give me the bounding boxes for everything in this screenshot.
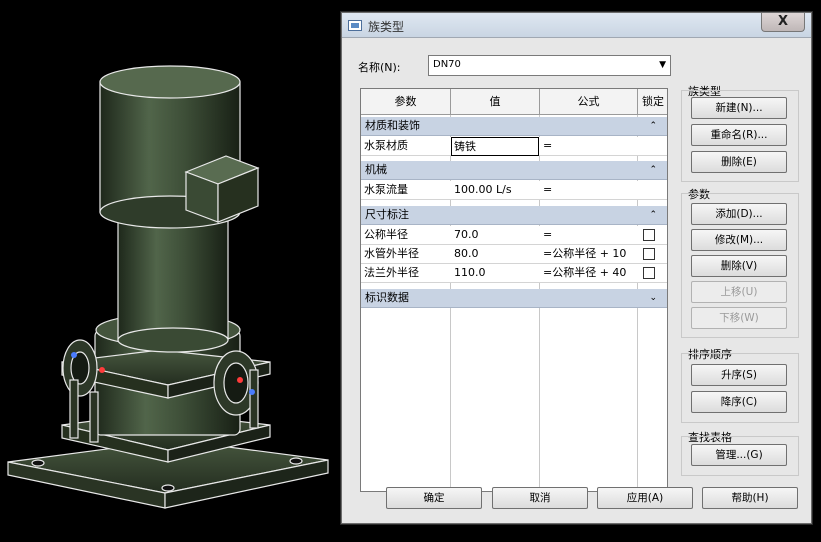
- group-identity-data[interactable]: 标识数据 ⌄: [361, 289, 667, 308]
- value-cell[interactable]: 80.0: [451, 245, 539, 263]
- value-cell[interactable]: 70.0: [451, 226, 539, 244]
- manage-lookup-button[interactable]: 管理...(G): [691, 444, 787, 466]
- param-name: 水泵流量: [364, 183, 408, 196]
- move-down-button[interactable]: 下移(W): [691, 307, 787, 329]
- formula-cell[interactable]: =: [540, 226, 637, 244]
- group-mechanical[interactable]: 机械 ⌃: [361, 161, 667, 180]
- lock-checkbox[interactable]: [643, 248, 655, 260]
- value-cell[interactable]: 100.00 L/s: [451, 181, 539, 199]
- cancel-button[interactable]: 取消: [492, 487, 588, 509]
- collapse-icon[interactable]: ⌃: [649, 206, 657, 224]
- sort-ascending-button[interactable]: 升序(S): [691, 364, 787, 386]
- modify-parameter-button[interactable]: 修改(M)...: [691, 229, 787, 251]
- parameter-grid: 参数 值 公式 锁定 材质和装饰 ⌃ 水泵材质 铸铁 = 机械 ⌃ 水泵流量 1…: [360, 88, 668, 492]
- formula-cell[interactable]: =公称半径 + 40: [540, 264, 637, 282]
- pump-model: [7, 65, 329, 509]
- value-input[interactable]: 铸铁: [451, 137, 539, 156]
- family-types-dialog: 族类型 X 名称(N): DN70 ▼ 参数 值 公式 锁定 材质和装饰 ⌃ 水…: [341, 12, 812, 524]
- lock-checkbox[interactable]: [643, 267, 655, 279]
- name-label: 名称(N):: [358, 61, 401, 74]
- name-dropdown-value: DN70: [433, 59, 461, 70]
- column-header-parameter[interactable]: 参数: [361, 89, 451, 114]
- delete-type-button[interactable]: 删除(E): [691, 151, 787, 173]
- column-header-formula[interactable]: 公式: [540, 89, 638, 114]
- param-name: 法兰外半径: [364, 266, 419, 279]
- group-label: 尺寸标注: [365, 208, 409, 221]
- apply-button[interactable]: 应用(A): [597, 487, 693, 509]
- formula-cell[interactable]: =: [540, 137, 637, 155]
- help-button[interactable]: 帮助(H): [702, 487, 798, 509]
- move-up-button[interactable]: 上移(U): [691, 281, 787, 303]
- table-row[interactable]: 公称半径 70.0 =: [361, 226, 667, 245]
- screen: 族类型 X 名称(N): DN70 ▼ 参数 值 公式 锁定 材质和装饰 ⌃ 水…: [0, 0, 821, 542]
- dialog-title: 族类型: [368, 20, 405, 34]
- table-row[interactable]: 水管外半径 80.0 =公称半径 + 10: [361, 245, 667, 264]
- rename-type-button[interactable]: 重命名(R)...: [691, 124, 787, 146]
- remove-parameter-button[interactable]: 删除(V): [691, 255, 787, 277]
- group-label: 材质和装饰: [365, 119, 420, 132]
- app-icon: [348, 20, 362, 31]
- title-bar[interactable]: 族类型 X: [342, 13, 811, 38]
- column-header-value[interactable]: 值: [451, 89, 540, 114]
- value-cell[interactable]: 110.0: [451, 264, 539, 282]
- table-row[interactable]: 水泵材质 铸铁 =: [361, 137, 667, 156]
- model-viewport[interactable]: [0, 0, 340, 542]
- add-parameter-button[interactable]: 添加(D)...: [691, 203, 787, 225]
- name-dropdown[interactable]: DN70 ▼: [428, 55, 671, 76]
- new-type-button[interactable]: 新建(N)...: [691, 97, 787, 119]
- collapse-icon[interactable]: ⌃: [649, 161, 657, 179]
- param-name: 公称半径: [364, 228, 408, 241]
- group-label: 机械: [365, 163, 387, 176]
- param-name: 水管外半径: [364, 247, 419, 260]
- collapse-icon[interactable]: ⌃: [649, 117, 657, 135]
- dropdown-arrow-icon: ▼: [659, 60, 666, 70]
- param-name: 水泵材质: [364, 139, 408, 152]
- table-row[interactable]: 水泵流量 100.00 L/s =: [361, 181, 667, 200]
- ok-button[interactable]: 确定: [386, 487, 482, 509]
- group-materials[interactable]: 材质和装饰 ⌃: [361, 117, 667, 136]
- group-label: 标识数据: [365, 291, 409, 304]
- sort-descending-button[interactable]: 降序(C): [691, 391, 787, 413]
- close-button[interactable]: X: [761, 13, 805, 32]
- table-row[interactable]: 法兰外半径 110.0 =公称半径 + 40: [361, 264, 667, 283]
- column-header-lock[interactable]: 锁定: [638, 89, 668, 114]
- formula-cell[interactable]: =公称半径 + 10: [540, 245, 637, 263]
- lock-checkbox[interactable]: [643, 229, 655, 241]
- group-dimensions[interactable]: 尺寸标注 ⌃: [361, 206, 667, 225]
- grid-header: 参数 值 公式 锁定: [361, 89, 667, 115]
- formula-cell[interactable]: =: [540, 181, 637, 199]
- expand-icon[interactable]: ⌄: [649, 289, 657, 307]
